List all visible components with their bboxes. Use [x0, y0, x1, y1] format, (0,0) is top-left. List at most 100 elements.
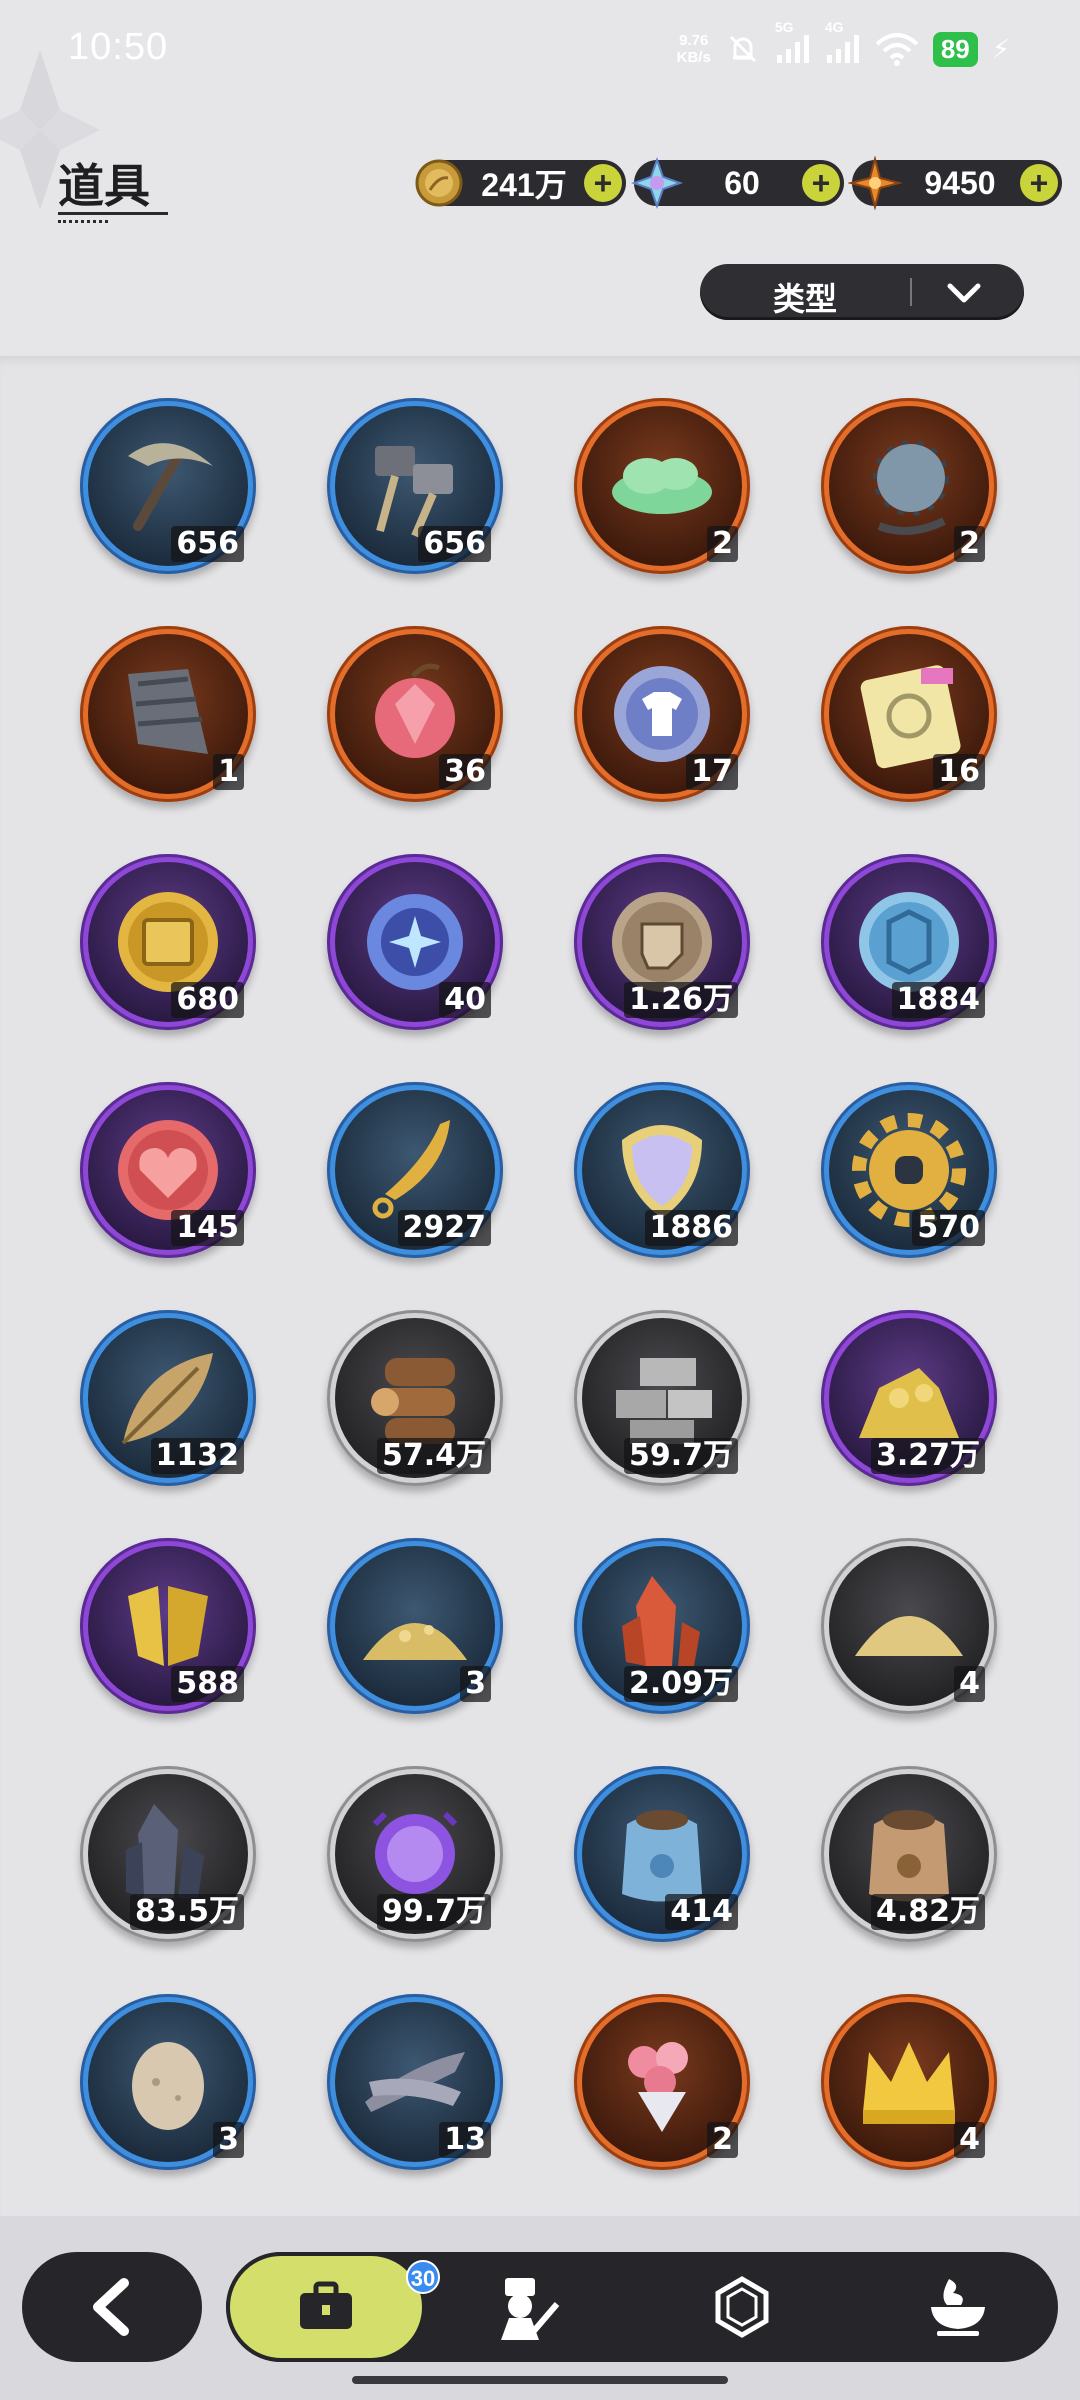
- inventory-item-stone-bricks[interactable]: 59.7万: [574, 1310, 750, 1486]
- signal-4g-label: 4G: [824, 19, 844, 35]
- bag-icon: [300, 2281, 352, 2329]
- inventory-item-purple-orb[interactable]: 99.7万: [327, 1766, 503, 1942]
- inventory-item-sand-pile[interactable]: 4: [821, 1538, 997, 1714]
- egg-icon: [132, 2042, 204, 2130]
- wifi-icon: [875, 33, 919, 66]
- item-count: 57.4万: [376, 1438, 491, 1474]
- net-speed: 9.76 KB/s: [677, 32, 711, 66]
- inventory-item-crystal-apple[interactable]: 36: [327, 626, 503, 802]
- inventory-item-fist-coin[interactable]: 1.26万: [574, 854, 750, 1030]
- cooking-pot-icon: [931, 2279, 985, 2336]
- inventory-item-leaf[interactable]: 1132: [80, 1310, 256, 1486]
- type-filter-label: 类型: [772, 280, 837, 318]
- inventory-item-egg[interactable]: 3: [80, 1994, 256, 2170]
- inventory-item-golden-blade[interactable]: 2927: [327, 1082, 503, 1258]
- status-icons: 9.76 KB/s 5G 4G 89 ⚡: [677, 19, 1010, 74]
- inventory-item-gold-crown[interactable]: 4: [821, 1994, 997, 2170]
- inventory-item-gold-crystal[interactable]: 588: [80, 1538, 256, 1714]
- tab-gems[interactable]: [642, 2252, 842, 2362]
- inventory-item-flower-bouquet[interactable]: 2: [574, 1994, 750, 2170]
- currency-crystal-value: 60: [724, 164, 760, 201]
- item-count: 2: [954, 526, 985, 562]
- inventory-item-scale-shield[interactable]: 1886: [574, 1082, 750, 1258]
- signal-5g-label: 5G: [774, 19, 794, 35]
- item-count: 414: [665, 1894, 738, 1930]
- inventory-item-blue-pet-food-bag[interactable]: 414: [574, 1766, 750, 1942]
- item-count: 2: [707, 526, 738, 562]
- inventory-item-wood-logs[interactable]: 57.4万: [327, 1310, 503, 1486]
- bottom-tab-bar: 30: [226, 2252, 1058, 2362]
- inventory-item-heart-coin[interactable]: 145: [80, 1082, 256, 1258]
- inventory-item-outfit-token[interactable]: 17: [574, 626, 750, 802]
- type-filter-dropdown[interactable]: 类型: [700, 264, 1024, 320]
- inventory-item-gold-chest-coin[interactable]: 680: [80, 854, 256, 1030]
- inventory-item-green-cloud[interactable]: 2: [574, 398, 750, 574]
- status-bar: 10:50 9.76 KB/s 5G 4G 89 ⚡: [0, 0, 1080, 100]
- item-grid: 656 656 2 2 1 36 17 16 680 40 1.26万 1884 145 2927 1886…: [80, 398, 997, 2170]
- item-count: 4.82万: [870, 1894, 985, 1930]
- character-icon: [501, 2278, 560, 2340]
- inventory-item-blue-crest-coin[interactable]: 1884: [821, 854, 997, 1030]
- inventory-item-dark-crystal[interactable]: 83.5万: [80, 1766, 256, 1942]
- currency-bar: 241万 + 60 + 9450 +: [415, 156, 1062, 210]
- item-count: 59.7万: [623, 1438, 738, 1474]
- inventory-item-puzzle-ticket[interactable]: 16: [821, 626, 997, 802]
- currency-crystal: 60 +: [630, 156, 844, 210]
- inventory-item-spiked-ball[interactable]: 2: [821, 398, 997, 574]
- inventory-item-drill-bit[interactable]: 1: [80, 626, 256, 802]
- inventory-item-gear[interactable]: 570: [821, 1082, 997, 1258]
- home-indicator: [352, 2376, 728, 2384]
- inventory-item-gold-dust-pile[interactable]: 3: [327, 1538, 503, 1714]
- inventory-item-red-crystal[interactable]: 2.09万: [574, 1538, 750, 1714]
- title-dots: [58, 220, 108, 223]
- flower-bouquet-icon: [628, 2042, 688, 2132]
- net-speed-unit: KB/s: [676, 49, 711, 66]
- inventory-item-star-orb[interactable]: 40: [327, 854, 503, 1030]
- tab-character[interactable]: [426, 2252, 626, 2362]
- item-count: 588: [171, 1666, 244, 1702]
- item-count: 13: [439, 2122, 491, 2158]
- green-cloud-icon: [612, 458, 712, 514]
- back-arrow-icon: [93, 2278, 129, 2336]
- mute-bell-icon: [729, 35, 756, 63]
- signal-bars-icon: [776, 35, 809, 63]
- item-count: 4: [954, 2122, 985, 2158]
- item-count: 2.09万: [623, 1666, 738, 1702]
- item-count: 17: [686, 754, 738, 790]
- add-star-button[interactable]: +: [1020, 164, 1058, 202]
- inventory-item-gold-nuggets[interactable]: 3.27万: [821, 1310, 997, 1486]
- item-count: 16: [933, 754, 985, 790]
- tab-bag[interactable]: 30: [226, 2252, 440, 2362]
- item-count: 3: [213, 2122, 244, 2158]
- inventory-item-feather-bundle[interactable]: 13: [327, 1994, 503, 2170]
- item-count: 656: [171, 526, 244, 562]
- item-grid-panel: 656 656 2 2 1 36 17 16 680 40 1.26万 1884 145 2927 1886…: [0, 356, 1080, 2216]
- item-count: 83.5万: [129, 1894, 244, 1930]
- currency-gold: 241万 +: [415, 159, 626, 207]
- add-gold-button[interactable]: +: [584, 164, 622, 202]
- inventory-item-brown-pet-food-bag[interactable]: 4.82万: [821, 1766, 997, 1942]
- item-count: 1132: [150, 1438, 244, 1474]
- signal-5g: 5G: [775, 19, 811, 65]
- inventory-item-hammer[interactable]: 656: [327, 398, 503, 574]
- crystal-star-icon: [630, 156, 684, 210]
- signal-4g: 4G: [825, 19, 861, 65]
- type-filter-divider: [910, 278, 912, 306]
- net-speed-value: 9.76: [679, 32, 709, 49]
- orange-star-icon: [848, 156, 902, 210]
- item-count: 4: [954, 1666, 985, 1702]
- hexagon-gem-icon: [715, 2276, 769, 2338]
- charging-icon: ⚡: [991, 33, 1010, 64]
- spiked-ball-icon: [873, 440, 949, 535]
- item-count: 1: [213, 754, 244, 790]
- item-count: 3.27万: [870, 1438, 985, 1474]
- back-button[interactable]: [22, 2252, 202, 2362]
- currency-star: 9450 +: [848, 156, 1062, 210]
- item-count: 36: [439, 754, 491, 790]
- item-count: 1.26万: [623, 982, 738, 1018]
- inventory-item-pickaxe[interactable]: 656: [80, 398, 256, 574]
- gold-crown-icon: [863, 2042, 955, 2124]
- page-title: 道具: [58, 159, 150, 213]
- tab-cooking[interactable]: [858, 2252, 1058, 2362]
- add-crystal-button[interactable]: +: [802, 164, 840, 202]
